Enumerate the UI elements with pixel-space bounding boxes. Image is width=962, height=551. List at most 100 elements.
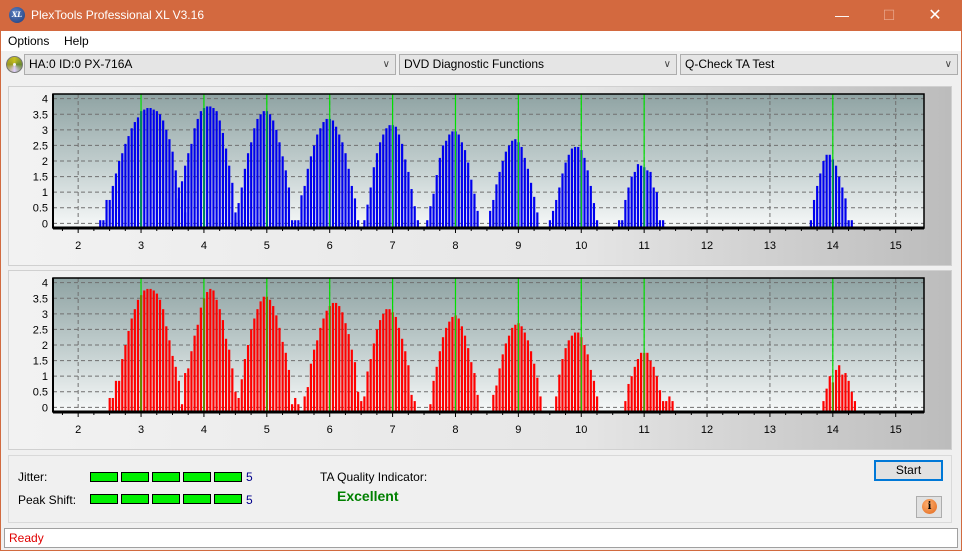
bar bbox=[190, 351, 193, 412]
bar bbox=[253, 128, 256, 228]
x-tick-label: 12 bbox=[701, 240, 713, 252]
y-tick-label: 3 bbox=[42, 309, 48, 321]
toolbar: HA:0 ID:0 PX-716A ∨ DVD Diagnostic Funct… bbox=[1, 51, 961, 79]
function-select-value: DVD Diagnostic Functions bbox=[404, 57, 545, 71]
bar bbox=[275, 129, 278, 228]
drive-select[interactable]: HA:0 ID:0 PX-716A ∨ bbox=[24, 54, 396, 75]
bar bbox=[435, 175, 438, 228]
y-tick-label: 4 bbox=[42, 278, 48, 290]
menu-help[interactable]: Help bbox=[64, 34, 89, 48]
y-tick-label: 4 bbox=[42, 94, 48, 106]
bar bbox=[834, 165, 838, 228]
bar bbox=[441, 145, 445, 228]
bar bbox=[118, 161, 121, 228]
info-button[interactable]: i bbox=[916, 496, 942, 518]
peak-shift-segment bbox=[183, 494, 211, 504]
bar bbox=[394, 126, 397, 228]
bar bbox=[652, 187, 655, 228]
bar bbox=[221, 320, 224, 412]
bar bbox=[573, 332, 577, 412]
x-tick-label: 5 bbox=[264, 424, 270, 436]
bar bbox=[841, 187, 844, 228]
bar bbox=[338, 306, 341, 412]
bar bbox=[838, 176, 841, 228]
bar bbox=[281, 156, 284, 228]
minimize-button[interactable]: — bbox=[819, 0, 865, 31]
bar bbox=[489, 210, 492, 228]
bar bbox=[246, 153, 250, 228]
jitter-meter bbox=[90, 472, 242, 482]
bar bbox=[312, 145, 316, 228]
bar bbox=[237, 397, 240, 412]
x-tick-label: 5 bbox=[264, 240, 270, 252]
bar bbox=[250, 329, 253, 412]
bar bbox=[507, 335, 511, 412]
bar bbox=[215, 299, 218, 412]
bar bbox=[394, 316, 397, 412]
bar bbox=[501, 354, 504, 412]
bar bbox=[243, 359, 247, 412]
bar bbox=[262, 111, 265, 228]
bar bbox=[108, 199, 111, 228]
bar bbox=[193, 335, 196, 412]
jitter-segment bbox=[121, 472, 149, 482]
bar bbox=[325, 310, 328, 412]
x-tick-label: 8 bbox=[452, 424, 458, 436]
bar bbox=[473, 193, 476, 228]
bar bbox=[246, 345, 250, 412]
bar bbox=[259, 301, 262, 412]
y-tick-label: 0 bbox=[42, 402, 48, 414]
menu-options[interactable]: Options bbox=[8, 34, 49, 48]
bar bbox=[118, 380, 121, 412]
bar bbox=[646, 352, 649, 412]
peak-shift-value: 5 bbox=[246, 493, 253, 507]
bar bbox=[303, 396, 306, 412]
bar bbox=[592, 380, 596, 412]
start-button[interactable]: Start bbox=[874, 460, 943, 481]
x-tick-label: 2 bbox=[75, 424, 81, 436]
bar bbox=[558, 374, 561, 412]
peak-shift-segment bbox=[214, 494, 242, 504]
bar bbox=[158, 114, 162, 228]
bar bbox=[624, 401, 627, 412]
bar bbox=[209, 106, 212, 228]
bar bbox=[196, 118, 199, 228]
bar bbox=[218, 120, 221, 228]
bar bbox=[662, 401, 665, 412]
bar bbox=[841, 374, 844, 412]
bar bbox=[331, 302, 335, 412]
x-tick-label: 14 bbox=[827, 240, 839, 252]
function-select[interactable]: DVD Diagnostic Functions ∨ bbox=[399, 54, 677, 75]
bar bbox=[819, 173, 822, 228]
bar bbox=[507, 145, 511, 228]
test-select[interactable]: Q-Check TA Test ∨ bbox=[680, 54, 958, 75]
bar bbox=[844, 373, 847, 412]
bar bbox=[668, 396, 671, 412]
x-tick-label: 7 bbox=[390, 240, 396, 252]
bar bbox=[671, 401, 674, 412]
bar bbox=[577, 332, 580, 412]
bar bbox=[463, 150, 467, 228]
bar bbox=[561, 173, 564, 228]
bar bbox=[586, 354, 589, 412]
bar bbox=[322, 318, 325, 412]
bar bbox=[309, 363, 313, 412]
maximize-button[interactable]: ☐ bbox=[866, 0, 912, 31]
bar bbox=[268, 299, 272, 412]
bar bbox=[476, 394, 479, 412]
bar bbox=[130, 128, 133, 228]
close-button[interactable]: ✕ bbox=[912, 0, 958, 31]
bar bbox=[240, 187, 243, 228]
bar bbox=[633, 171, 636, 228]
bar bbox=[334, 126, 338, 228]
bar bbox=[155, 293, 158, 412]
peak-shift-segment bbox=[121, 494, 149, 504]
bar bbox=[825, 154, 828, 228]
bar bbox=[476, 210, 479, 228]
bar bbox=[627, 383, 630, 412]
x-tick-label: 13 bbox=[764, 240, 776, 252]
bar bbox=[526, 168, 530, 228]
bar bbox=[473, 373, 476, 412]
bar bbox=[262, 296, 265, 412]
bar bbox=[319, 128, 322, 228]
